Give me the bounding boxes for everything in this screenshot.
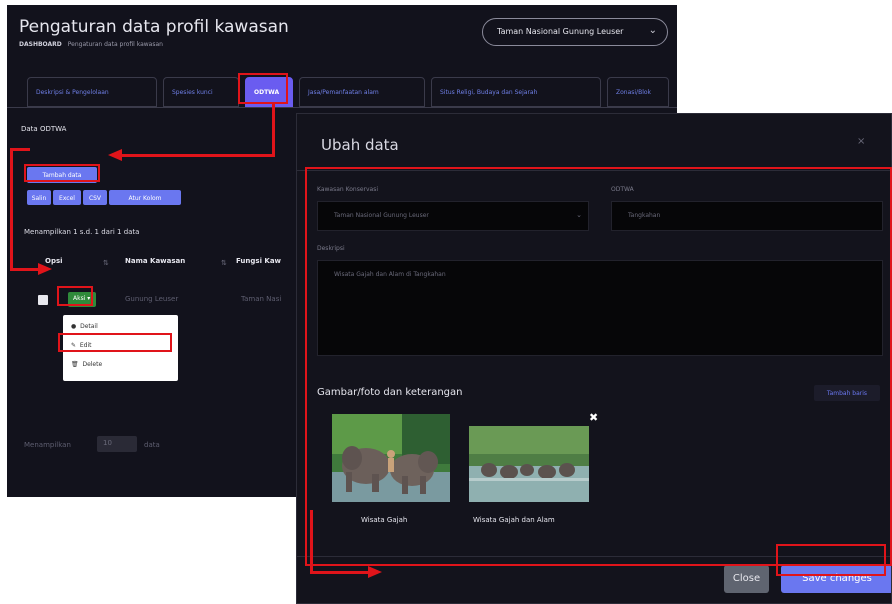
highlight-modal-form: [305, 167, 892, 566]
csv-button[interactable]: CSV: [83, 190, 107, 205]
annotation-line: [10, 148, 30, 151]
column-visibility-button[interactable]: Atur Kolom: [109, 190, 181, 205]
menu-item-label: Delete: [82, 361, 103, 368]
per-page-value: 10: [103, 439, 112, 447]
tab-label: Zonasi/Blok: [616, 89, 652, 96]
column-header-fungsi-kawasan[interactable]: Fungsi Kaw: [236, 257, 281, 265]
region-select[interactable]: Taman Nasional Gunung Leuser ⌄: [482, 18, 668, 46]
annotation-line: [310, 510, 313, 574]
row-checkbox[interactable]: [38, 295, 48, 305]
tab-deskripsi[interactable]: Deskripsi & Pengelolaan: [27, 77, 157, 107]
column-header-nama-kawasan[interactable]: Nama Kawasan: [125, 257, 185, 265]
per-page-select[interactable]: 10: [97, 436, 137, 452]
highlight-odtwa-tab: [238, 73, 288, 104]
highlight-action-button: [57, 286, 93, 306]
tab-label: Deskripsi & Pengelolaan: [36, 89, 109, 96]
tabs-divider: [7, 107, 677, 108]
tab-spesies-kunci[interactable]: Spesies kunci: [163, 77, 239, 107]
page-title: Pengaturan data profil kawasan: [19, 17, 289, 37]
records-info: Menampilkan 1 s.d. 1 dari 1 data: [24, 228, 140, 236]
annotation-line: [272, 104, 275, 156]
tab-jasa-pemanfaatan[interactable]: Jasa/Pemanfaatan alam: [299, 77, 425, 107]
cell-fungsi-kawasan: Taman Nasi: [241, 295, 282, 303]
trash-icon: 🗑: [71, 361, 79, 368]
menu-item-label: Detail: [80, 323, 98, 330]
breadcrumb-current: Pengaturan data profil kawasan: [67, 41, 163, 48]
per-page-label: Menampilkan: [24, 441, 71, 449]
sort-icon[interactable]: ⇅: [221, 259, 227, 267]
close-icon[interactable]: ×: [857, 136, 865, 147]
cell-nama-kawasan: Gunung Leuser: [125, 295, 179, 303]
section-label: Data ODTWA: [21, 125, 67, 133]
modal-title: Ubah data: [321, 136, 399, 154]
annotation-line: [120, 154, 275, 157]
excel-button[interactable]: Excel: [53, 190, 81, 205]
annotation-line: [310, 571, 368, 574]
annotation-line: [10, 268, 40, 271]
tab-zonasi[interactable]: Zonasi/Blok: [607, 77, 669, 107]
menu-item-delete[interactable]: 🗑 Delete: [71, 361, 102, 368]
annotation-line: [10, 148, 13, 270]
arrow-right-icon: [368, 566, 382, 578]
close-button[interactable]: Close: [724, 565, 769, 593]
highlight-add-data-button: [24, 164, 100, 182]
chevron-down-icon: ⌄: [648, 25, 657, 36]
sort-icon[interactable]: ⇅: [103, 259, 109, 267]
tab-label: Situs Religi, Budaya dan Sejarah: [440, 89, 538, 96]
region-select-value: Taman Nasional Gunung Leuser: [497, 27, 624, 36]
tab-label: Spesies kunci: [172, 89, 213, 96]
tab-label: Jasa/Pemanfaatan alam: [308, 89, 379, 96]
breadcrumb: DASHBOARD Pengaturan data profil kawasan: [19, 41, 163, 48]
copy-button[interactable]: Salin: [27, 190, 51, 205]
highlight-edit-menu-item: [58, 333, 172, 352]
highlight-save-button: [776, 544, 886, 576]
tab-situs-religi[interactable]: Situs Religi, Budaya dan Sejarah: [431, 77, 601, 107]
breadcrumb-home[interactable]: DASHBOARD: [19, 41, 62, 48]
menu-item-detail[interactable]: ● Detail: [71, 323, 98, 330]
arrow-left-icon: [108, 149, 122, 161]
per-page-suffix: data: [144, 441, 160, 449]
eye-icon: ●: [71, 323, 77, 330]
arrow-right-icon: [38, 263, 52, 275]
